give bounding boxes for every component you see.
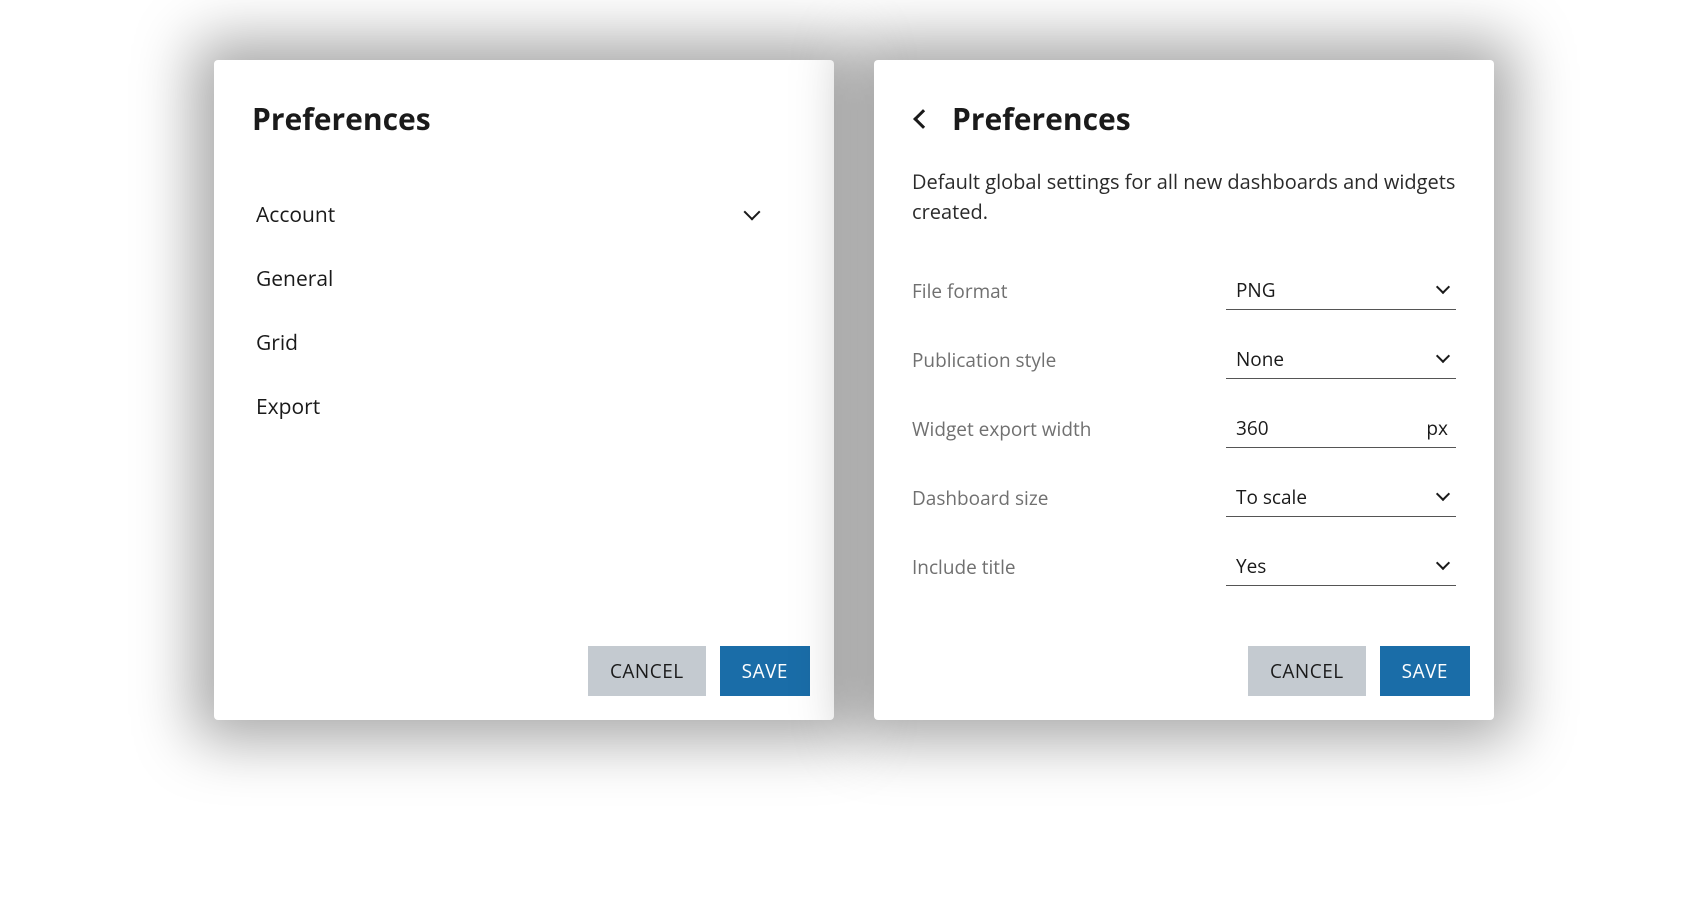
menu-item-label: Account — [256, 201, 335, 229]
cancel-button[interactable]: CANCEL — [588, 646, 706, 696]
menu-item-label: Grid — [256, 329, 298, 357]
select-value: None — [1236, 346, 1284, 372]
input-suffix: px — [1426, 415, 1448, 441]
row-include-title: Include title Yes — [912, 547, 1456, 586]
chevron-down-icon — [1436, 280, 1450, 294]
save-button[interactable]: SAVE — [720, 646, 810, 696]
preferences-menu: Account General Grid Export — [214, 183, 796, 439]
publication-style-label: Publication style — [912, 347, 1056, 373]
select-value: To scale — [1236, 484, 1307, 510]
panel-footer: CANCEL SAVE — [874, 626, 1494, 720]
row-publication-style: Publication style None — [912, 340, 1456, 379]
file-format-label: File format — [912, 278, 1008, 304]
widget-export-width-field[interactable]: px — [1226, 409, 1456, 448]
preferences-panel-menu: Preferences Account General Grid Export … — [214, 60, 834, 720]
widget-export-width-label: Widget export width — [912, 416, 1091, 442]
select-value: PNG — [1236, 277, 1276, 303]
chevron-down-icon — [1436, 556, 1450, 570]
row-widget-export-width: Widget export width px — [912, 409, 1456, 448]
chevron-down-icon — [1436, 349, 1450, 363]
row-dashboard-size: Dashboard size To scale — [912, 478, 1456, 517]
menu-item-grid[interactable]: Grid — [214, 311, 796, 375]
row-file-format: File format PNG — [912, 271, 1456, 310]
save-button[interactable]: SAVE — [1380, 646, 1470, 696]
include-title-select[interactable]: Yes — [1226, 547, 1456, 586]
panel-footer: CANCEL SAVE — [214, 626, 834, 720]
menu-item-label: General — [256, 265, 333, 293]
page-title: Preferences — [952, 98, 1131, 139]
chevron-down-icon — [1436, 487, 1450, 501]
select-value: Yes — [1236, 553, 1266, 579]
cancel-button[interactable]: CANCEL — [1248, 646, 1366, 696]
chevron-down-icon — [744, 204, 761, 221]
menu-item-general[interactable]: General — [214, 247, 796, 311]
file-format-select[interactable]: PNG — [1226, 271, 1456, 310]
menu-item-label: Export — [256, 393, 320, 421]
dashboard-size-label: Dashboard size — [912, 485, 1048, 511]
publication-style-select[interactable]: None — [1226, 340, 1456, 379]
dashboard-size-select[interactable]: To scale — [1226, 478, 1456, 517]
menu-item-account[interactable]: Account — [214, 183, 796, 247]
panel-content: Preferences Default global settings for … — [874, 60, 1494, 626]
widget-export-width-input[interactable] — [1236, 415, 1376, 441]
page-subtitle: Default global settings for all new dash… — [912, 167, 1456, 227]
menu-item-export[interactable]: Export — [214, 375, 796, 439]
include-title-label: Include title — [912, 554, 1016, 580]
panel-content: Preferences Account General Grid Export — [214, 60, 834, 626]
page-title: Preferences — [252, 98, 796, 139]
back-icon[interactable] — [913, 109, 933, 129]
preferences-panel-detail: Preferences Default global settings for … — [874, 60, 1494, 720]
title-row: Preferences — [912, 98, 1456, 139]
